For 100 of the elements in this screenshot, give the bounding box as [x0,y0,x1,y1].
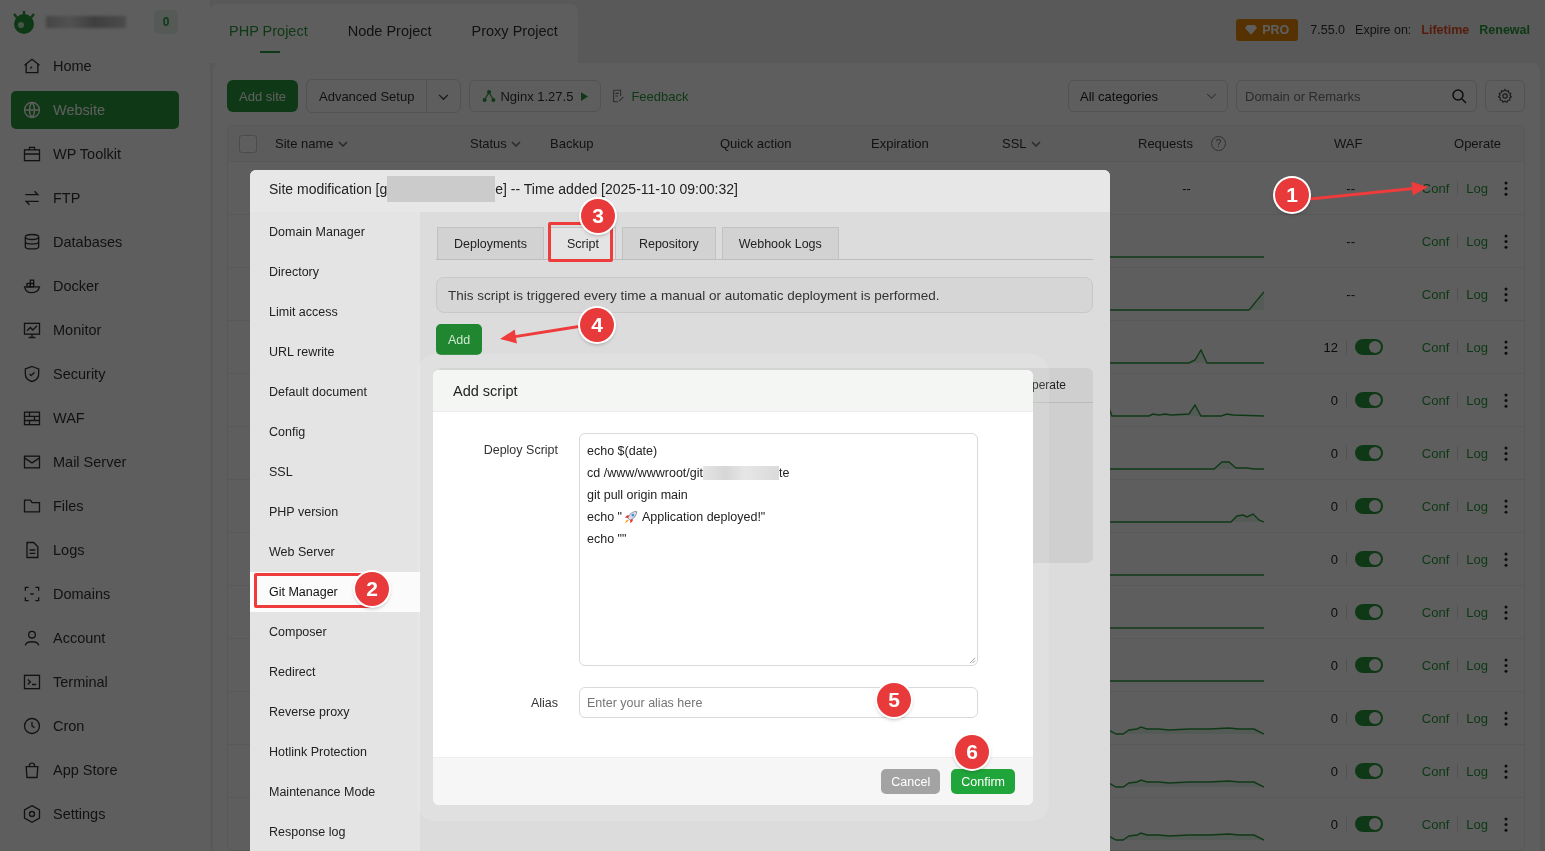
feedback-link[interactable]: Feedback [611,88,689,104]
git-tab[interactable]: Repository [621,227,716,259]
project-tab[interactable]: Proxy Project [451,4,578,63]
conf-link[interactable]: Conf [1421,339,1450,355]
waf-toggle[interactable] [1355,816,1383,832]
waf-toggle[interactable] [1355,498,1383,514]
more-icon[interactable] [1504,498,1508,514]
log-link[interactable]: Log [1466,498,1488,514]
settings-menu-item[interactable]: Maintenance Mode [250,772,420,812]
conf-link[interactable]: Conf [1421,604,1450,620]
sidebar-item[interactable]: Files [11,487,179,525]
sidebar-item[interactable]: Databases [11,223,179,261]
settings-menu-item[interactable]: Limit access [250,292,420,332]
sidebar-item[interactable]: Mail Server [11,443,179,481]
more-icon[interactable] [1504,763,1508,779]
sidebar-item[interactable]: FTP [11,179,179,217]
waf-toggle[interactable] [1355,392,1383,408]
more-icon[interactable] [1504,816,1508,832]
more-icon[interactable] [1504,392,1508,408]
log-link[interactable]: Log [1466,339,1488,355]
settings-menu-item[interactable]: PHP version [250,492,420,532]
conf-link[interactable]: Conf [1421,498,1450,514]
log-link[interactable]: Log [1466,763,1488,779]
conf-link[interactable]: Conf [1421,816,1450,832]
settings-menu-item[interactable]: Composer [250,612,420,652]
confirm-button[interactable]: Confirm [951,769,1015,794]
conf-link[interactable]: Conf [1421,763,1450,779]
settings-menu-item[interactable]: Default document [250,372,420,412]
script-field[interactable]: echo $(date) cd /www/wwwroot/git te git pull origin main echo " Application deployed!" echo "" [579,433,978,666]
category-select[interactable]: All categories [1068,80,1228,112]
notification-count[interactable]: 0 [154,10,178,34]
sidebar-item[interactable]: Terminal [11,663,179,701]
settings-menu-item[interactable]: Hotlink Protection [250,732,420,772]
waf-toggle[interactable] [1355,710,1383,726]
sidebar-item[interactable]: App Store [11,751,179,789]
waf-toggle[interactable] [1355,657,1383,673]
settings-menu-item[interactable]: Config [250,412,420,452]
waf-toggle[interactable] [1355,763,1383,779]
log-link[interactable]: Log [1466,180,1488,196]
settings-menu-item[interactable]: URL rewrite [250,332,420,372]
project-tab[interactable]: PHP Project [213,4,328,63]
log-link[interactable]: Log [1466,445,1488,461]
waf-toggle[interactable] [1355,551,1383,567]
nginx-button[interactable]: Nginx 1.27.5 [469,80,602,112]
settings-button[interactable] [1485,80,1525,112]
log-link[interactable]: Log [1466,604,1488,620]
waf-toggle[interactable] [1355,339,1383,355]
more-icon[interactable] [1504,286,1508,302]
sidebar-item[interactable]: Settings [11,795,179,833]
more-icon[interactable] [1504,710,1508,726]
renewal-link[interactable]: Renewal [1479,22,1530,37]
settings-menu-item[interactable]: Web Server [250,532,420,572]
git-tab[interactable]: Deployments [437,227,544,259]
settings-menu-item[interactable]: Redirect [250,652,420,692]
sidebar-item[interactable]: Website [11,91,179,129]
git-tab[interactable]: Webhook Logs [721,227,839,259]
sidebar-item[interactable]: Logs [11,531,179,569]
sidebar-item[interactable]: WP Toolkit [11,135,179,173]
sidebar-item[interactable]: Cron [11,707,179,745]
sort-icon[interactable] [1030,140,1041,147]
pro-badge[interactable]: PRO [1236,18,1299,41]
more-icon[interactable] [1504,339,1508,355]
project-tab[interactable]: Node Project [327,4,452,63]
sort-icon[interactable] [337,140,348,147]
conf-link[interactable]: Conf [1421,233,1450,249]
conf-link[interactable]: Conf [1421,551,1450,567]
log-link[interactable]: Log [1466,816,1488,832]
settings-menu-item[interactable]: Domain Manager [250,212,420,252]
settings-menu-item[interactable]: Directory [250,252,420,292]
more-icon[interactable] [1504,180,1508,196]
more-icon[interactable] [1504,445,1508,461]
log-link[interactable]: Log [1466,657,1488,673]
log-link[interactable]: Log [1466,392,1488,408]
more-icon[interactable] [1504,551,1508,567]
resize-handle-icon[interactable] [969,657,976,664]
settings-menu-item[interactable]: Reverse proxy [250,692,420,732]
add-button[interactable]: Add [436,324,482,355]
settings-menu-item[interactable]: SSL [250,452,420,492]
sidebar-item[interactable]: Docker [11,267,179,305]
conf-link[interactable]: Conf [1421,657,1450,673]
more-icon[interactable] [1504,233,1508,249]
sidebar-item[interactable]: Domains [11,575,179,613]
sidebar-item[interactable]: Account [11,619,179,657]
log-link[interactable]: Log [1466,551,1488,567]
settings-menu-item[interactable]: Response log [250,812,420,851]
conf-link[interactable]: Conf [1421,710,1450,726]
sidebar-item[interactable]: Monitor [11,311,179,349]
conf-link[interactable]: Conf [1421,392,1450,408]
conf-link[interactable]: Conf [1421,286,1450,302]
conf-link[interactable]: Conf [1421,445,1450,461]
log-link[interactable]: Log [1466,710,1488,726]
sidebar-item[interactable]: Home [11,47,179,85]
sort-icon[interactable] [510,140,521,147]
waf-toggle[interactable] [1355,445,1383,461]
add-site-button[interactable]: Add site [227,80,298,112]
more-icon[interactable] [1504,604,1508,620]
more-icon[interactable] [1504,657,1508,673]
sidebar-item[interactable]: WAF [11,399,179,437]
waf-toggle[interactable] [1355,604,1383,620]
sidebar-item[interactable]: Security [11,355,179,393]
